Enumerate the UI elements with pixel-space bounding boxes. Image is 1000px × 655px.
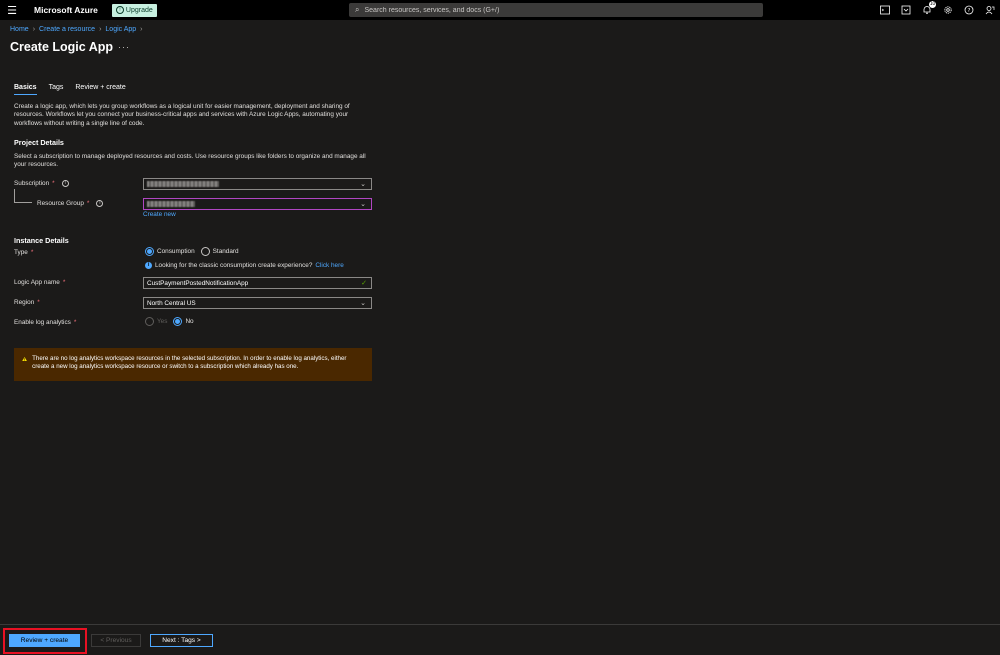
radio-selected[interactable]: [173, 317, 183, 326]
notifications-bell-icon[interactable]: 10: [921, 0, 936, 16]
upgrade-button[interactable]: ↑ Upgrade: [111, 3, 157, 17]
chevron-down-icon: ⌄: [360, 201, 366, 208]
tab-review-create[interactable]: Review + create: [75, 84, 125, 95]
type-standard-option[interactable]: Standard: [200, 247, 239, 256]
tree-connector: [14, 189, 32, 203]
warning-text: There are no log analytics workspace res…: [32, 355, 347, 370]
resource-group-select[interactable]: ⌄: [143, 198, 372, 210]
warning-banner: There are no log analytics workspace res…: [14, 348, 372, 381]
redacted-value: [147, 201, 195, 207]
help-icon[interactable]: ?: [963, 5, 974, 16]
required-marker: *: [62, 279, 66, 286]
tab-bar: Basics Tags Review + create: [14, 84, 126, 95]
info-icon[interactable]: i: [96, 200, 104, 207]
type-consumption-option[interactable]: Consumption: [145, 247, 195, 256]
logic-app-name-field[interactable]: ✓: [143, 277, 372, 289]
search-input[interactable]: [364, 6, 725, 14]
warning-icon: [22, 356, 27, 362]
instance-details-heading: Instance Details: [14, 236, 69, 245]
subscription-label: Subscription * i: [14, 180, 69, 187]
chevron-right-icon: ›: [99, 26, 102, 33]
logic-app-name-input[interactable]: [147, 279, 347, 287]
upgrade-label: Upgrade: [125, 6, 153, 14]
log-analytics-radio-group: Yes No: [145, 317, 194, 326]
required-marker: *: [37, 299, 40, 306]
brand-title[interactable]: Microsoft Azure: [34, 5, 98, 15]
tab-basics[interactable]: Basics: [14, 84, 37, 95]
redacted-value: [147, 181, 219, 187]
info-icon: i: [145, 262, 152, 269]
required-marker: *: [52, 180, 55, 187]
settings-gear-icon[interactable]: [942, 5, 953, 16]
upgrade-icon: ↑: [115, 6, 124, 14]
footer-bar: Review + create < Previous Next : Tags >: [0, 624, 1000, 655]
notification-badge: 10: [929, 0, 936, 8]
click-here-link[interactable]: Click here: [315, 262, 343, 269]
region-label: Region *: [14, 299, 40, 306]
radio-selected[interactable]: [145, 247, 154, 256]
previous-button: < Previous: [91, 634, 141, 647]
chevron-right-icon: ›: [32, 26, 36, 33]
required-marker: *: [30, 249, 34, 256]
chevron-right-icon: ›: [140, 26, 143, 33]
menu-icon[interactable]: ☰: [0, 0, 24, 20]
more-options-icon[interactable]: ···: [118, 42, 130, 52]
region-select[interactable]: North Central US ⌄: [143, 297, 372, 309]
type-radio-group: Consumption Standard: [145, 247, 239, 256]
subscription-select[interactable]: ⌄: [143, 178, 372, 190]
classic-info: i Looking for the classic consumption cr…: [145, 262, 344, 269]
feedback-icon[interactable]: [984, 5, 995, 16]
svg-text:?: ?: [967, 8, 970, 14]
global-search[interactable]: ⌕: [349, 3, 763, 17]
search-icon: ⌕: [355, 5, 360, 14]
log-analytics-label: Enable log analytics *: [14, 319, 77, 326]
required-marker: *: [86, 200, 90, 207]
project-details-heading: Project Details: [14, 138, 64, 147]
breadcrumb-logic-app[interactable]: Logic App: [105, 26, 136, 33]
checkmark-icon: ✓: [361, 280, 367, 287]
next-tags-button[interactable]: Next : Tags >: [150, 634, 213, 647]
breadcrumb: Home › Create a resource › Logic App ›: [10, 26, 143, 33]
chevron-down-icon: ⌄: [360, 300, 366, 307]
info-icon[interactable]: i: [61, 180, 69, 187]
page-title: Create Logic App: [10, 40, 114, 54]
type-label: Type *: [14, 249, 34, 256]
breadcrumb-home[interactable]: Home: [10, 26, 29, 33]
resource-group-label: Resource Group * i: [37, 200, 104, 207]
project-details-description: Select a subscription to manage deployed…: [14, 153, 366, 169]
review-create-button[interactable]: Review + create: [9, 634, 80, 647]
chevron-down-icon: ⌄: [360, 181, 366, 188]
tab-tags[interactable]: Tags: [49, 84, 64, 95]
top-bar: ☰ Microsoft Azure ↑ Upgrade ⌕ 10 ?: [0, 0, 1000, 20]
cloud-shell-icon[interactable]: [879, 5, 890, 16]
radio-unselected[interactable]: [200, 247, 210, 256]
log-yes-option: Yes: [145, 317, 167, 326]
breadcrumb-create-resource[interactable]: Create a resource: [39, 26, 95, 33]
log-no-option[interactable]: No: [173, 317, 194, 326]
create-new-link[interactable]: Create new: [143, 211, 176, 218]
logic-app-name-label: Logic App name *: [14, 279, 66, 286]
directory-filter-icon[interactable]: [900, 5, 911, 16]
top-icons: 10 ?: [879, 0, 995, 20]
intro-description: Create a logic app, which lets you group…: [14, 103, 350, 127]
required-marker: *: [73, 319, 77, 326]
radio-disabled: [145, 317, 154, 326]
